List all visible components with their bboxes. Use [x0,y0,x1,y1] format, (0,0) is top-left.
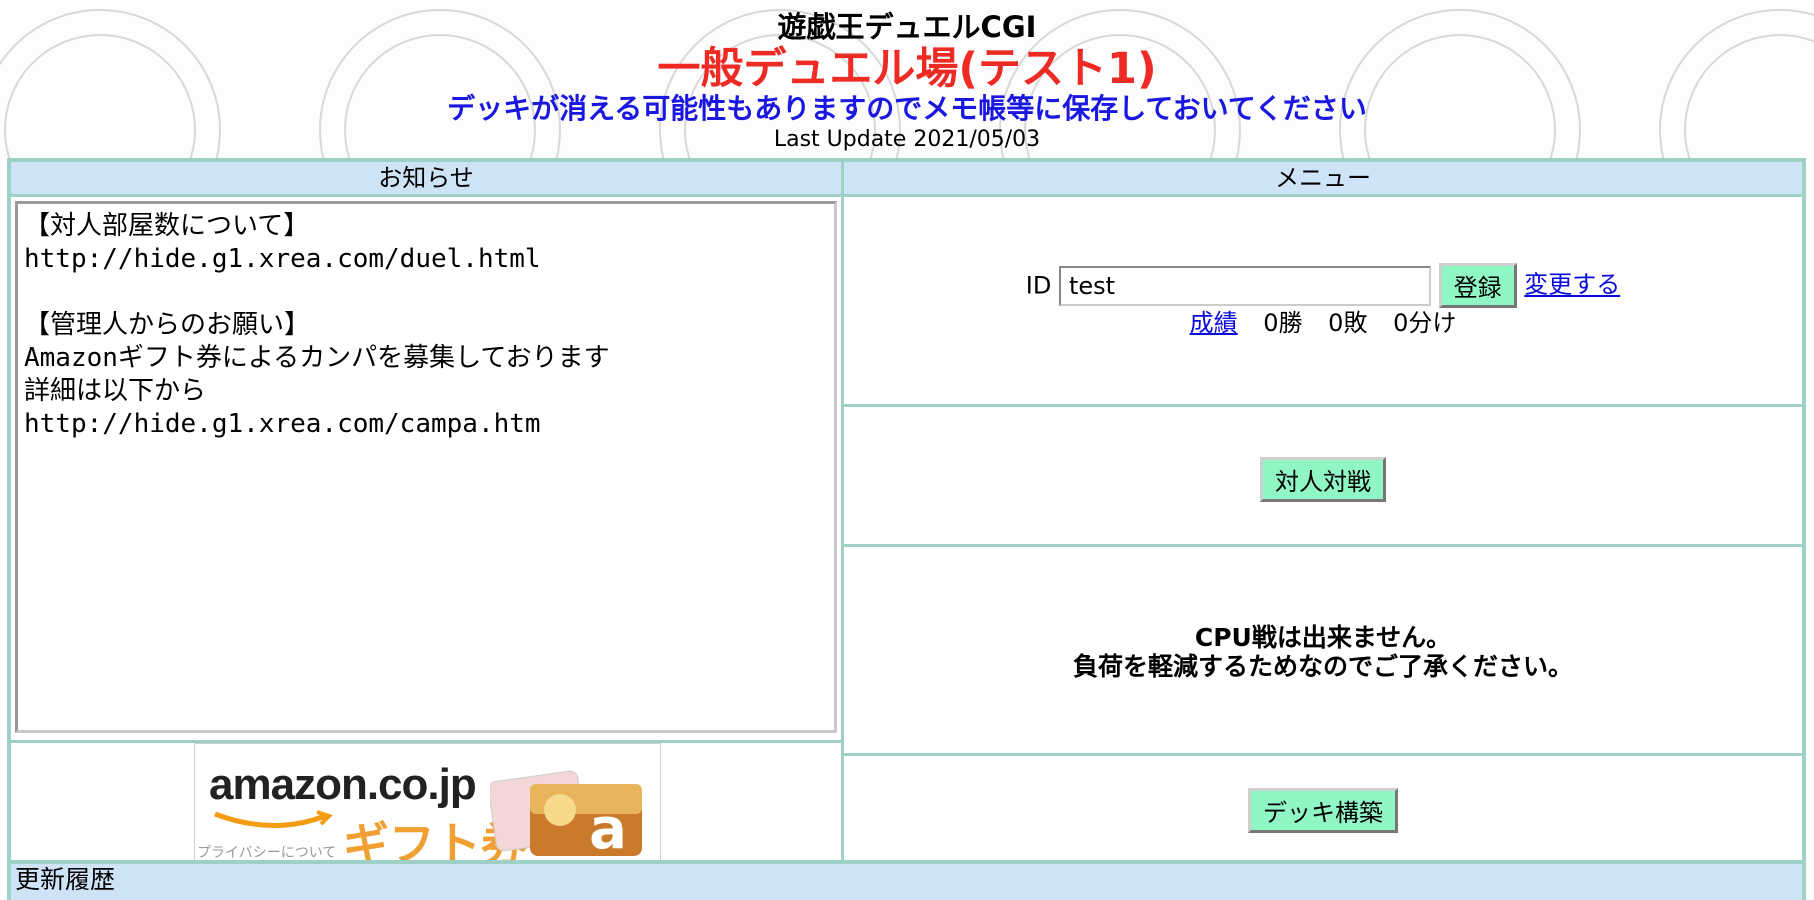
menu-column: メニュー ID 登録 変更する 成績 0勝 0敗 0分け 対人対戦 CPU戦は出… [844,162,1802,864]
register-button[interactable]: 登録 [1438,263,1517,308]
cpu-section: CPU戦は出来ません。 負荷を軽減するためなのでご了承ください。 [844,547,1802,756]
banner-row: amazon.co.jp ギフト券 プライバシーについて a [11,740,841,867]
cpu-notice: CPU戦は出来ません。 負荷を軽減するためなのでご了承ください。 [844,623,1802,681]
notice-column: お知らせ 【対人部屋数について】 http://hide.g1.xrea.com… [11,162,844,864]
gift-card-icon: a [490,770,642,860]
cpu-notice-line2: 負荷を軽減するためなのでご了承ください。 [1072,652,1573,681]
page-header: 遊戯王デュエルCGI 一般デュエル場(テスト1) デッキが消える可能性もあります… [0,0,1814,154]
pvp-button[interactable]: 対人対戦 [1260,457,1386,502]
amazon-smile-icon [214,810,333,829]
app-title: 遊戯王デュエルCGI [777,10,1037,44]
room-title: 一般デュエル場(テスト1) [657,44,1157,94]
notice-heading: お知らせ [11,162,841,197]
deck-section: デッキ構築 [844,756,1802,864]
menu-heading: メニュー [844,162,1802,197]
change-link[interactable]: 変更する [1524,271,1620,299]
deck-warning: デッキが消える可能性もありますのでメモ帳等に保存しておいてください [447,92,1367,125]
amazon-logo: amazon.co.jp [209,760,477,809]
pvp-section: 対人対戦 [844,407,1802,547]
page: 遊戯王デュエルCGI 一般デュエル場(テスト1) デッキが消える可能性もあります… [0,0,1814,154]
login-section: ID 登録 変更する 成績 0勝 0敗 0分け [844,197,1802,407]
id-row: ID 登録 変更する [844,263,1802,308]
notice-textarea[interactable]: 【対人部屋数について】 http://hide.g1.xrea.com/duel… [15,201,837,733]
deck-build-button[interactable]: デッキ構築 [1248,788,1398,833]
main-table: お知らせ 【対人部屋数について】 http://hide.g1.xrea.com… [7,158,1806,864]
id-label: ID [1025,271,1052,300]
losses-count: 0敗 [1328,309,1368,337]
id-input[interactable] [1058,265,1431,306]
wins-count: 0勝 [1263,309,1303,337]
amazon-gift-banner[interactable]: amazon.co.jp ギフト券 プライバシーについて a [194,743,661,863]
history-heading: 更新履歴 [7,860,1806,900]
draws-count: 0分け [1393,309,1457,337]
svg-text:a: a [589,797,627,860]
record-link[interactable]: 成績 [1190,309,1238,337]
privacy-link[interactable]: プライバシーについて [197,842,336,862]
last-update: Last Update 2021/05/03 [773,127,1041,152]
cpu-notice-line1: CPU戦は出来ません。 [1194,623,1452,652]
record-row: 成績 0勝 0敗 0分け [844,303,1802,338]
